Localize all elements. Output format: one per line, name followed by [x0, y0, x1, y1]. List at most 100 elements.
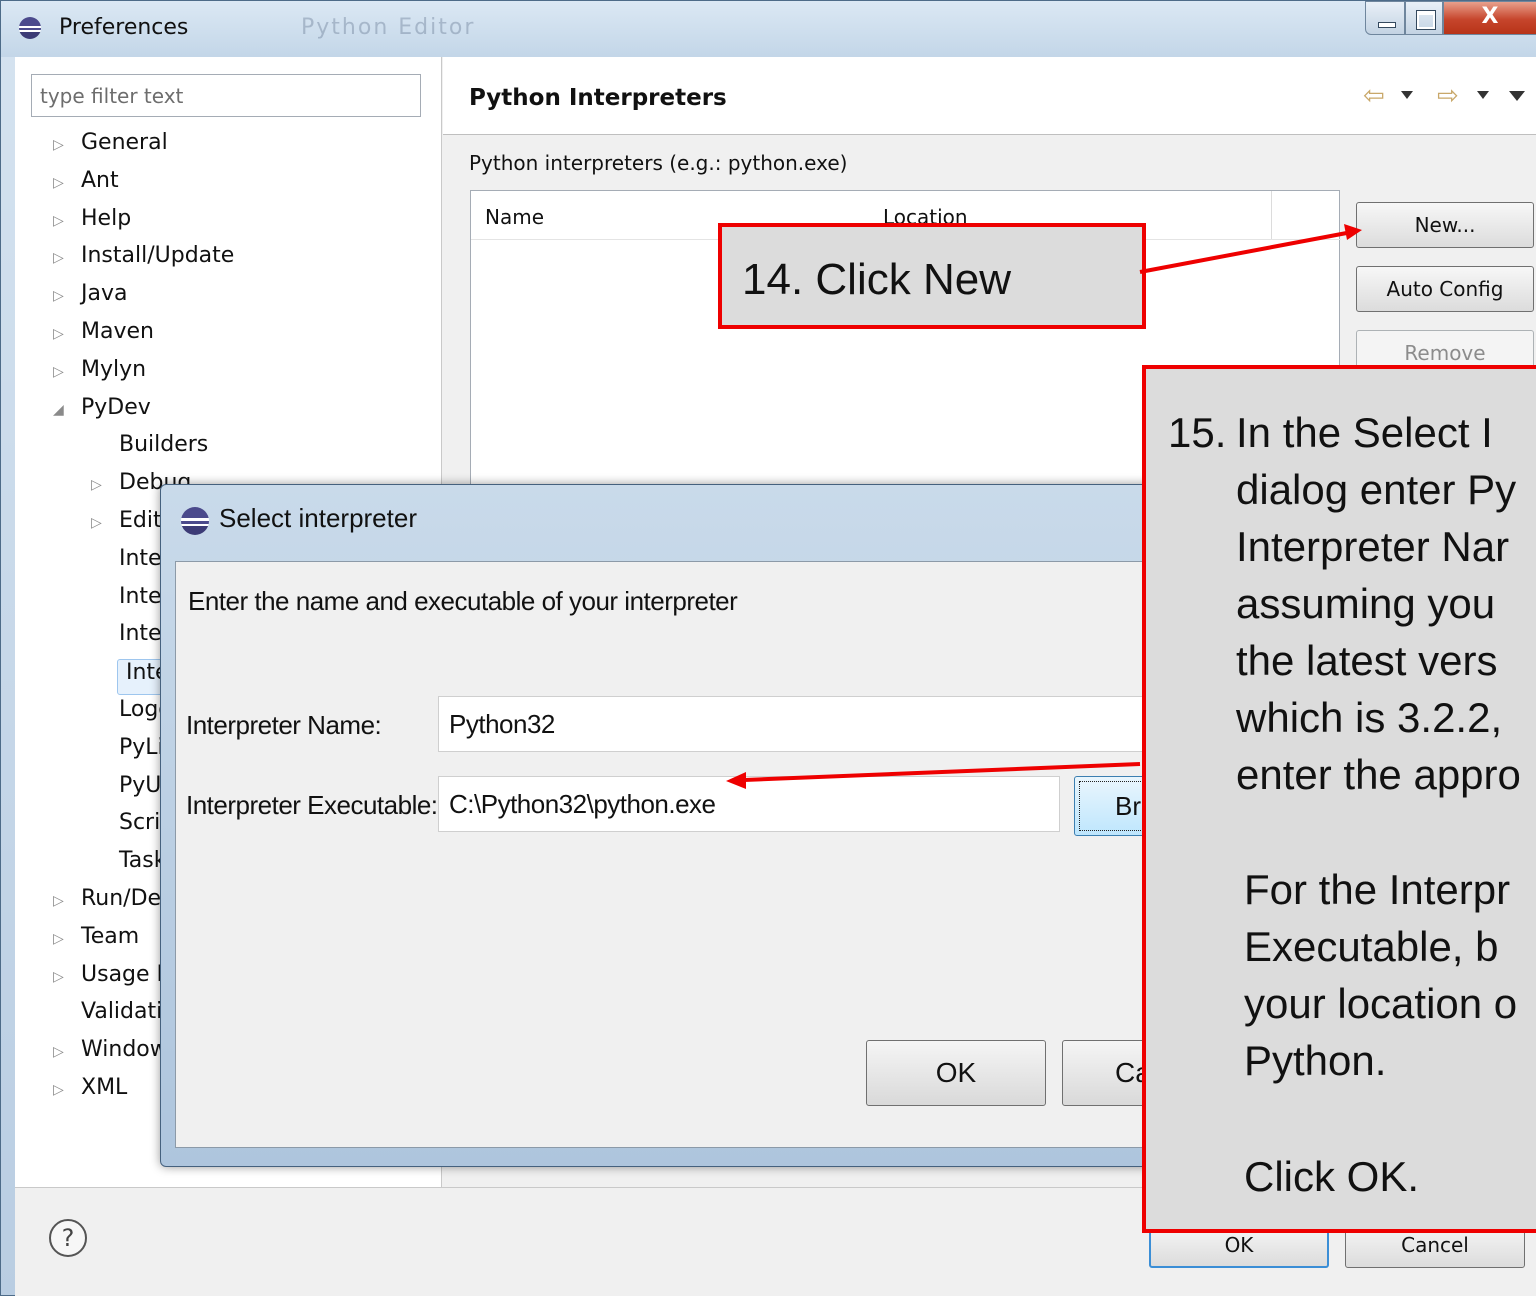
tree-item[interactable]: ◢ PyDev — [53, 395, 151, 431]
interpreter-executable-input[interactable] — [438, 776, 1060, 832]
interpreters-label: Python interpreters (e.g.: python.exe) — [469, 151, 848, 175]
callout-line: enter the appro — [1236, 751, 1521, 798]
tree-item[interactable]: ▷ General — [53, 130, 168, 166]
tree-item[interactable]: ▷ Install/Update — [53, 243, 234, 279]
minimize-button[interactable] — [1365, 1, 1405, 35]
callout-line: Executable, b — [1244, 923, 1499, 970]
expand-arrow-icon[interactable]: ▷ — [53, 213, 81, 229]
help-icon[interactable]: ? — [49, 1219, 87, 1257]
maximize-button[interactable] — [1405, 1, 1443, 35]
interpreter-executable-label: Interpreter Executable: — [186, 790, 438, 820]
tree-item[interactable]: ▷ XML — [53, 1075, 127, 1111]
eclipse-icon — [181, 507, 209, 535]
auto-config-button[interactable]: Auto Config — [1356, 266, 1534, 312]
tree-item[interactable]: ▷ Mylyn — [53, 357, 146, 393]
tree-item-label: Inte — [119, 545, 162, 571]
forward-dropdown-icon[interactable] — [1477, 91, 1489, 99]
tree-item-label: Ant — [81, 167, 119, 193]
page-header: Python Interpreters ⇦ ⇨ — [443, 57, 1536, 135]
expand-arrow-icon[interactable]: ▷ — [53, 893, 81, 909]
tree-item-label: Install/Update — [81, 243, 235, 269]
expand-arrow-icon[interactable]: ▷ — [53, 931, 81, 947]
tree-item[interactable]: ▷ Team — [53, 924, 139, 960]
close-button[interactable]: X — [1443, 1, 1536, 35]
expand-arrow-icon[interactable]: ▷ — [53, 1082, 81, 1098]
tree-item-label: Java — [81, 281, 128, 307]
close-icon: X — [1481, 4, 1499, 29]
tree-item-label: Run/De — [81, 886, 162, 911]
callout-line: dialog enter Py — [1236, 466, 1517, 513]
forward-icon[interactable]: ⇨ — [1437, 81, 1459, 111]
tree-item-label: Inte — [119, 583, 162, 609]
tree-item[interactable]: ▷ Window — [53, 1037, 168, 1073]
callout-line: For the Interpr — [1244, 866, 1511, 913]
tree-item[interactable]: Inte — [117, 584, 162, 620]
callout-line: In the Select I — [1236, 409, 1493, 456]
dialog-ok-button[interactable]: OK — [866, 1040, 1046, 1106]
callout-step-15: 15. In the Select I dialog enter Py Inte… — [1142, 365, 1536, 1233]
callout-line: Interpreter Nar — [1236, 523, 1510, 570]
tree-item[interactable]: PyU — [117, 773, 161, 809]
tree-item[interactable]: Inte — [117, 621, 162, 657]
tree-item-label: PyLi — [119, 734, 164, 760]
page-title: Python Interpreters — [469, 85, 727, 111]
dialog-body: Enter the name and executable of your in… — [175, 561, 1262, 1148]
callout-line: Python. — [1244, 1037, 1387, 1084]
select-interpreter-dialog: Select interpreter Enter the name and ex… — [160, 484, 1262, 1167]
dialog-message: Enter the name and executable of your in… — [188, 586, 738, 616]
title-bar[interactable]: Preferences Python Editor X — [1, 1, 1536, 57]
callout-step-14-text: 14. Click New — [742, 255, 1011, 304]
tree-item-label: Builders — [119, 432, 209, 458]
expand-arrow-icon[interactable]: ▷ — [91, 515, 119, 531]
tree-item-label: PyDev — [81, 394, 151, 420]
new-button[interactable]: New... — [1356, 202, 1534, 248]
tree-item[interactable]: ▷ Maven — [53, 319, 154, 355]
expand-arrow-icon[interactable]: ▷ — [53, 326, 81, 342]
tree-item[interactable]: PyLi — [117, 735, 164, 771]
callout-step-15-number: 15. — [1168, 409, 1227, 456]
tree-item[interactable]: Validati — [79, 999, 162, 1035]
callout-line: the latest vers — [1236, 637, 1498, 684]
tree-item[interactable]: ▷ Run/De — [53, 886, 161, 922]
expand-arrow-icon[interactable]: ▷ — [53, 969, 81, 985]
interpreter-name-input[interactable] — [438, 696, 1258, 752]
background-title: Python Editor — [301, 15, 476, 40]
dialog-title: Select interpreter — [219, 503, 417, 533]
eclipse-icon — [19, 17, 41, 39]
callout-line: your location o — [1244, 980, 1518, 1027]
tree-item[interactable]: ▷ Java — [53, 281, 127, 317]
tree-item[interactable]: ▷ Ant — [53, 168, 119, 204]
view-menu-icon[interactable] — [1509, 91, 1525, 101]
expand-arrow-icon[interactable]: ▷ — [53, 1044, 81, 1060]
callout-line: which is 3.2.2, — [1236, 694, 1503, 741]
expand-arrow-icon[interactable]: ▷ — [53, 250, 81, 266]
column-divider[interactable] — [1271, 191, 1272, 239]
tree-item[interactable]: ▷ Usage D — [53, 962, 173, 998]
expand-arrow-icon[interactable]: ▷ — [53, 288, 81, 304]
back-dropdown-icon[interactable] — [1401, 91, 1413, 99]
tree-item-label: Validati — [81, 999, 163, 1025]
tree-item-label: Mylyn — [81, 356, 147, 382]
tree-item[interactable]: ▷ Help — [53, 206, 131, 242]
tree-item-label: General — [81, 130, 168, 155]
expanded-arrow-icon[interactable]: ◢ — [53, 402, 81, 418]
callout-step-14: 14. Click New — [718, 223, 1146, 329]
expand-arrow-icon[interactable]: ▷ — [53, 137, 81, 153]
callout-line: Click OK. — [1244, 1153, 1420, 1200]
tree-item-label: Window — [81, 1037, 168, 1063]
tree-item-label: Help — [81, 205, 132, 231]
tree-item-label: XML — [81, 1075, 128, 1100]
expand-arrow-icon[interactable]: ▷ — [91, 477, 119, 493]
filter-input[interactable] — [31, 74, 421, 117]
expand-arrow-icon[interactable]: ▷ — [53, 364, 81, 380]
tree-item-label: PyU — [119, 772, 162, 798]
column-name-header[interactable]: Name — [485, 205, 544, 229]
window-title: Preferences — [59, 15, 189, 40]
callout-line: assuming you — [1236, 580, 1496, 627]
tree-item-label: Maven — [81, 319, 154, 344]
tree-item[interactable]: Inte — [117, 546, 162, 582]
back-icon[interactable]: ⇦ — [1363, 81, 1385, 111]
interpreter-name-label: Interpreter Name: — [186, 710, 382, 740]
expand-arrow-icon[interactable]: ▷ — [53, 175, 81, 191]
tree-item[interactable]: Builders — [117, 432, 208, 468]
